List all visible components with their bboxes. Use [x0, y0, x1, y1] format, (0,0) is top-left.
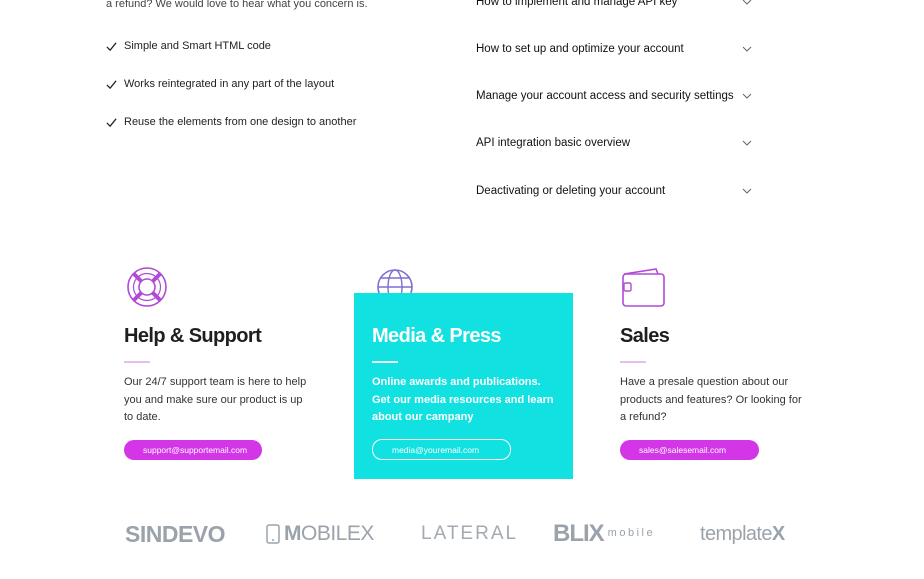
templatex-logo-main: template	[700, 522, 773, 545]
feature-item: Works reintegrated in any part of the la…	[106, 78, 334, 90]
check-icon	[106, 79, 117, 89]
faq-item[interactable]: Deactivating or deleting your account	[476, 185, 752, 197]
help-text: Our 24/7 support team is here to help yo…	[124, 376, 307, 423]
media-title: Media & Press	[372, 325, 502, 347]
faq-question: Manage your account access and security …	[476, 90, 734, 102]
media-text: Online awards and publications. Get our …	[372, 376, 554, 423]
faq-question: How to implement and manage API key	[476, 0, 678, 8]
check-icon	[106, 41, 117, 51]
feature-label: Simple and Smart HTML code	[124, 40, 271, 52]
chevron-down-icon	[742, 0, 752, 5]
faq-question: How to set up and optimize your account	[476, 43, 684, 55]
title-divider	[620, 361, 646, 363]
phone-icon	[266, 524, 280, 544]
chevron-down-icon	[742, 93, 752, 99]
media-email-button[interactable]: media@youremail.com	[372, 439, 511, 460]
intro-text: a refund? We would love to hear what you…	[106, 0, 368, 10]
sales-text: Have a presale question about our produc…	[620, 376, 802, 423]
mobilex-logo-rest: OBILEX	[301, 522, 374, 545]
feature-label: Works reintegrated in any part of the la…	[124, 78, 335, 90]
sindevo-logo: SINDEVO	[125, 520, 226, 547]
chevron-down-icon	[742, 188, 752, 194]
sales-title: Sales	[620, 325, 670, 347]
lifebuoy-icon	[126, 266, 168, 308]
sales-email-button[interactable]: sales@salesemail.com	[620, 440, 759, 460]
faq-item[interactable]: Manage your account access and security …	[476, 90, 752, 102]
faq-question: API integration basic overview	[476, 137, 631, 149]
mobilex-logo-bold: M	[284, 522, 302, 545]
lateral-logo: LATERAL	[421, 523, 519, 544]
blix-logo: BLIX mobile	[553, 518, 655, 550]
templatex-logo: template X	[700, 518, 785, 550]
faq-question: Deactivating or deleting your account	[476, 185, 666, 197]
chevron-down-icon	[742, 140, 752, 146]
faq-item[interactable]: API integration basic overview	[476, 137, 752, 149]
templatex-logo-x: X	[771, 522, 785, 545]
wallet-icon	[621, 266, 667, 308]
blix-logo-main: BLIX	[553, 520, 605, 547]
blix-logo-sub: mobile	[607, 527, 656, 539]
check-icon	[106, 117, 117, 127]
support-email-button[interactable]: support@supportemail.com	[124, 440, 262, 460]
chevron-down-icon	[742, 46, 752, 52]
feature-item: Reuse the elements from one design to an…	[106, 116, 356, 128]
title-divider	[372, 361, 398, 363]
mobilex-logo: M OBILEX	[266, 518, 374, 550]
faq-item[interactable]: How to set up and optimize your account	[476, 43, 752, 55]
help-title: Help & Support	[124, 325, 262, 347]
feature-item: Simple and Smart HTML code	[106, 40, 271, 52]
faq-item[interactable]: How to implement and manage API key	[476, 0, 752, 8]
title-divider	[124, 361, 150, 363]
feature-label: Reuse the elements from one design to an…	[124, 116, 357, 128]
